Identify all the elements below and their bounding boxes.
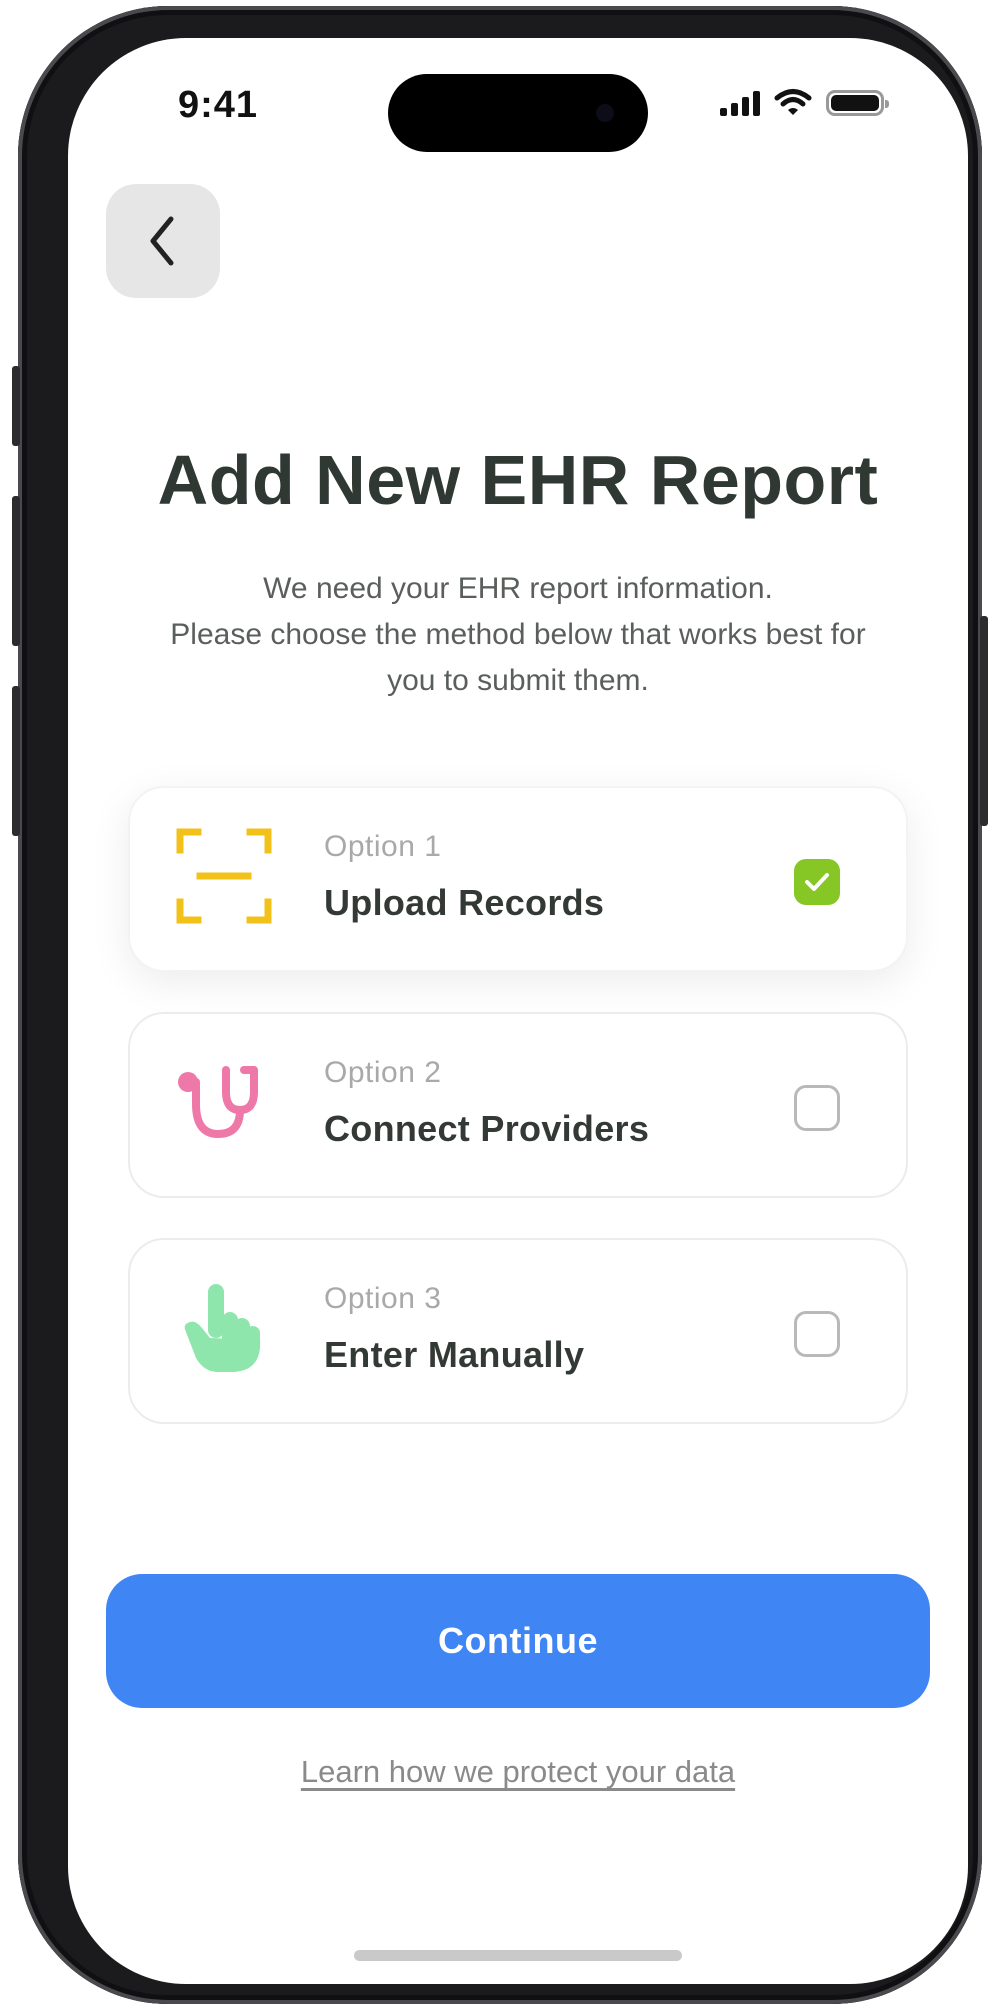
back-button[interactable] [106,184,220,298]
phone-frame: 9:41 Add New EHR Report We need your EHR… [12,6,988,2004]
page-subtitle: We need your EHR report information. Ple… [98,566,938,704]
learn-data-protection-link[interactable]: Learn how we protect your data [68,1754,968,1790]
option-checkbox[interactable] [794,859,840,905]
power-button [980,616,988,826]
mute-switch [12,366,20,446]
battery-icon [826,90,889,116]
chevron-left-icon [150,216,174,266]
option-title: Upload Records [324,882,605,923]
option-checkbox[interactable] [794,1085,840,1131]
home-indicator [354,1950,682,1961]
hand-pointer-icon [184,1284,261,1372]
page-title: Add New EHR Report [157,441,879,519]
option-checkbox[interactable] [794,1311,840,1357]
option-number: Option 2 [324,1056,442,1089]
option-connect-providers[interactable]: Option 2 Connect Providers [128,1012,908,1198]
option-enter-manually[interactable]: Option 3 Enter Manually [128,1238,908,1424]
wifi-icon [774,89,812,115]
option-title: Connect Providers [324,1108,650,1149]
option-number: Option 3 [324,1282,442,1315]
subtitle-line: Please choose the method below that work… [170,618,866,651]
status-icons [720,88,889,116]
dynamic-island [388,74,648,152]
checkmark-icon [805,873,829,891]
option-number: Option 1 [324,830,442,863]
volume-down-button [12,686,20,836]
status-time: 9:41 [178,84,259,126]
continue-button[interactable]: Continue [106,1574,930,1708]
stethoscope-icon [178,1066,258,1138]
app-screen: 9:41 Add New EHR Report We need your EHR… [68,38,968,1984]
subtitle-line: We need your EHR report information. [263,572,773,605]
subtitle-line: you to submit them. [387,664,649,697]
scan-frame-icon [176,828,272,924]
volume-up-button [12,496,20,646]
cellular-signal-icon [720,90,760,116]
option-title: Enter Manually [324,1334,585,1375]
option-upload-records[interactable]: Option 1 Upload Records [128,786,908,972]
